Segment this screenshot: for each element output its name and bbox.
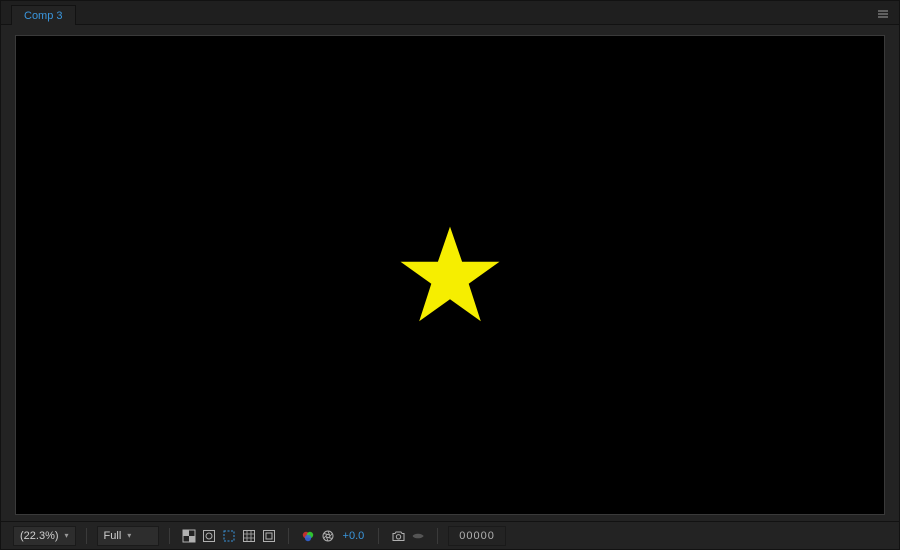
- preview-time-field[interactable]: 00000: [448, 526, 506, 546]
- composition-panel: Comp 3 (22.3%) ▾ Full ▾: [0, 0, 900, 550]
- separator: [86, 528, 87, 544]
- snapshot-group: [389, 527, 427, 545]
- chevron-down-icon: ▾: [127, 531, 131, 540]
- panel-menu-button[interactable]: [873, 4, 893, 24]
- tab-comp[interactable]: Comp 3: [11, 5, 76, 25]
- tab-label: Comp 3: [24, 10, 63, 22]
- color-group: +0.0: [299, 527, 369, 545]
- reset-exposure-button[interactable]: [319, 527, 337, 545]
- show-snapshot-button[interactable]: [409, 527, 427, 545]
- separator: [378, 528, 379, 544]
- mask-icon: [202, 529, 216, 543]
- separator: [288, 528, 289, 544]
- grid-icon: [242, 529, 256, 543]
- camera-icon: [391, 529, 406, 543]
- resolution-value: Full: [104, 530, 122, 542]
- separator: [169, 528, 170, 544]
- view-options-group: [180, 527, 278, 545]
- transparency-grid-button[interactable]: [180, 527, 198, 545]
- rgb-channels-icon: [301, 529, 315, 543]
- transparency-grid-icon: [182, 529, 196, 543]
- tab-bar: Comp 3: [1, 1, 899, 25]
- star-shape-layer[interactable]: [395, 220, 505, 330]
- resolution-dropdown[interactable]: Full ▾: [97, 526, 159, 546]
- magnification-value: (22.3%): [20, 530, 59, 542]
- separator: [437, 528, 438, 544]
- aperture-icon: [321, 529, 335, 543]
- channel-button[interactable]: [260, 527, 278, 545]
- viewer-area: [1, 25, 899, 521]
- hamburger-icon: [877, 8, 889, 20]
- chevron-down-icon: ▾: [65, 531, 69, 540]
- show-channel-button[interactable]: [299, 527, 317, 545]
- exposure-value[interactable]: +0.0: [339, 530, 369, 542]
- safe-zones-icon: [262, 529, 276, 543]
- roi-icon: [222, 529, 236, 543]
- viewer-statusbar: (22.3%) ▾ Full ▾: [1, 521, 899, 549]
- magnification-dropdown[interactable]: (22.3%) ▾: [13, 526, 76, 546]
- take-snapshot-button[interactable]: [389, 527, 407, 545]
- region-of-interest-button[interactable]: [220, 527, 238, 545]
- timecode-value: 00000: [459, 530, 495, 542]
- composition-canvas[interactable]: [15, 35, 885, 515]
- toggle-mask-button[interactable]: [200, 527, 218, 545]
- show-snapshot-icon: [411, 529, 425, 543]
- star-polygon: [401, 227, 500, 322]
- grid-guides-button[interactable]: [240, 527, 258, 545]
